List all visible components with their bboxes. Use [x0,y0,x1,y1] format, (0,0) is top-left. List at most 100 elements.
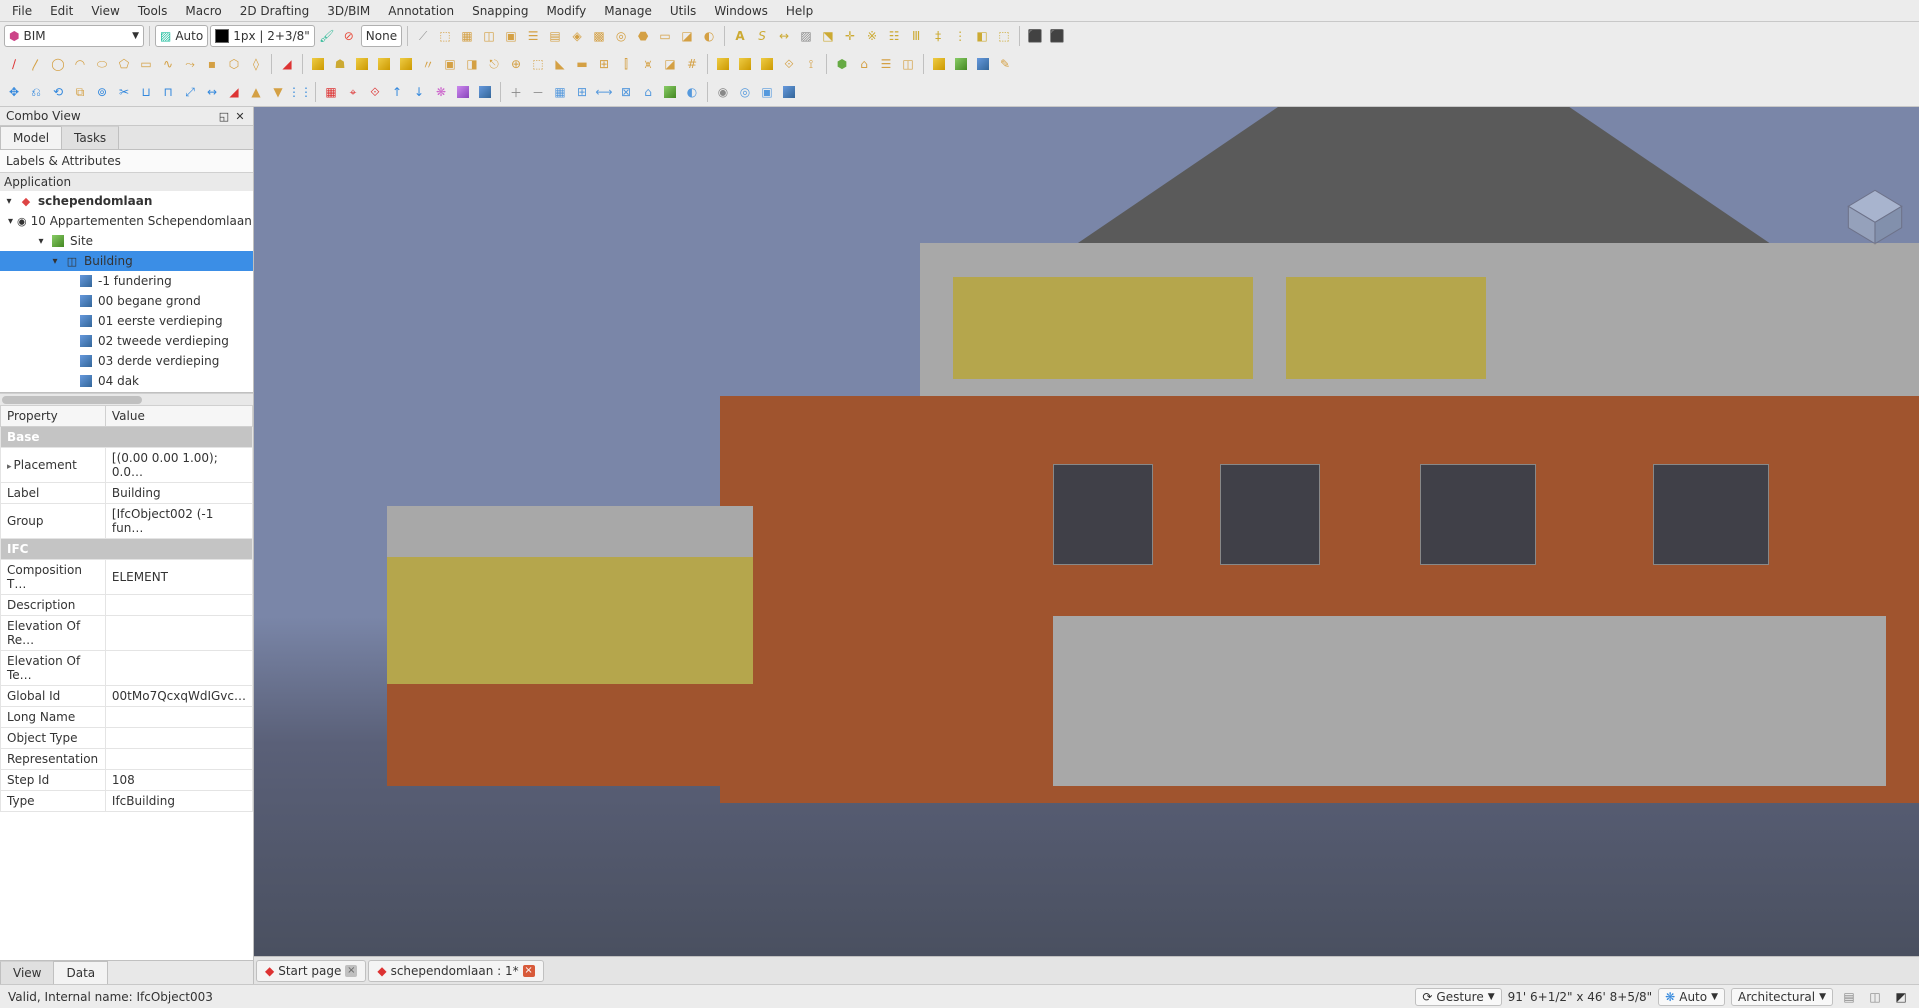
tree-building[interactable]: ▾◫ Building [0,251,253,271]
d1[interactable] [929,54,949,74]
plus-icon[interactable]: ＋ [506,82,526,102]
dim-tool-icon[interactable]: ↔ [774,26,794,46]
prop-repr[interactable]: Representation [1,749,253,770]
mgmt2-icon[interactable]: ◎ [735,82,755,102]
d3[interactable] [973,54,993,74]
menu-view[interactable]: View [83,2,127,20]
shape2d-icon[interactable]: ◊ [246,54,266,74]
nav-style[interactable]: ⟳ Gesture ▼ [1415,988,1501,1006]
text-a-icon[interactable]: A [730,26,750,46]
menu-tools[interactable]: Tools [130,2,176,20]
copy-icon[interactable]: ⎌ [26,82,46,102]
site-icon[interactable]: ⬢ [832,54,852,74]
sketch-icon[interactable]: ◢ [277,54,297,74]
dim-icon[interactable]: ⟷ [594,82,614,102]
tool-a13[interactable]: ◪ [677,26,697,46]
tab-data[interactable]: Data [53,961,108,984]
text-s-icon[interactable]: S [752,26,772,46]
snap1-icon[interactable]: ▦ [321,82,341,102]
snap8-icon[interactable] [475,82,495,102]
array-icon[interactable]: ⋮⋮ [290,82,310,102]
conn-icon[interactable]: ⊕ [506,54,526,74]
polygon-icon[interactable]: ⬠ [114,54,134,74]
building-icon[interactable]: ⌂ [854,54,874,74]
line-icon[interactable]: ∕ [4,54,24,74]
bim-tool2[interactable] [735,54,755,74]
level-icon[interactable]: ☰ [876,54,896,74]
wall-icon[interactable] [308,54,328,74]
cut-icon[interactable]: ⊠ [616,82,636,102]
menu-3d-bim[interactable]: 3D/BIM [319,2,378,20]
beam-icon[interactable] [374,54,394,74]
mgmt1-icon[interactable]: ◉ [713,82,733,102]
grid2-icon[interactable]: ⊞ [572,82,592,102]
bim-tool5[interactable]: ⟟ [801,54,821,74]
survey-icon[interactable]: ◐ [682,82,702,102]
ellipse-icon[interactable]: ⬭ [92,54,112,74]
equipment-icon[interactable]: ◪ [660,54,680,74]
mgmt4-icon[interactable] [779,82,799,102]
tool-a3[interactable]: ▦ [457,26,477,46]
tool-a10[interactable]: ◎ [611,26,631,46]
wire-icon[interactable]: 〳 [26,54,46,74]
prop-composition[interactable]: Composition T…ELEMENT [1,560,253,595]
tree-site[interactable]: ▾ Site [0,231,253,251]
prop-group[interactable]: Group[IfcObject002 (-1 fun… [1,504,253,539]
prop-type[interactable]: TypeIfcBuilding [1,791,253,812]
prop-longname[interactable]: Long Name [1,707,253,728]
frame-icon[interactable]: ⊞ [594,54,614,74]
sb-btn-1[interactable]: ▤ [1839,987,1859,1007]
axis-icon[interactable]: ✛ [840,26,860,46]
stairs-icon[interactable]: ⬚ [528,54,548,74]
tool-a7[interactable]: ▤ [545,26,565,46]
menu-manage[interactable]: Manage [596,2,660,20]
menu-file[interactable]: File [4,2,40,20]
menu-edit[interactable]: Edit [42,2,81,20]
tool-a14[interactable]: ◐ [699,26,719,46]
axis2-icon[interactable]: ※ [862,26,882,46]
tool-b1[interactable]: Ⅲ [906,26,926,46]
model-tree[interactable]: Application ▾◆ schependomlaan ▾◉ 10 Appa… [0,173,253,393]
snap6-icon[interactable]: ❋ [431,82,451,102]
disable-icon[interactable]: ⊘ [339,26,359,46]
auto-mode[interactable]: ❋ Auto ▼ [1658,988,1725,1006]
tool-a6[interactable]: ☰ [523,26,543,46]
tool-a4[interactable]: ◫ [479,26,499,46]
menu-utils[interactable]: Utils [662,2,704,20]
upgrade-icon[interactable]: ▲ [246,82,266,102]
tool-c2[interactable]: ⬛ [1047,26,1067,46]
split-icon[interactable]: ⊓ [158,82,178,102]
curtain-icon[interactable]: ☗ [330,54,350,74]
sb-btn-3[interactable]: ◩ [1891,987,1911,1007]
move-icon[interactable]: ✥ [4,82,24,102]
merge-icon[interactable]: ⌂ [638,82,658,102]
panel-icon[interactable]: ▬ [572,54,592,74]
prop-stepid[interactable]: Step Id108 [1,770,253,791]
tab-tasks[interactable]: Tasks [61,126,119,149]
panel-close-icon[interactable]: ✕ [233,109,247,123]
menu-snapping[interactable]: Snapping [464,2,536,20]
column-icon[interactable] [352,54,372,74]
scale-icon[interactable]: ⤢ [180,82,200,102]
workbench-selector[interactable]: ⬢ BIM ▼ [4,25,144,47]
menu-windows[interactable]: Windows [706,2,776,20]
bim-tool4[interactable]: ⟐ [779,54,799,74]
tool-b5[interactable]: ⬚ [994,26,1014,46]
sb-btn-2[interactable]: ◫ [1865,987,1885,1007]
label-icon[interactable]: ⬔ [818,26,838,46]
reinforcement-icon[interactable]: # [682,54,702,74]
trim-icon[interactable]: ✂ [114,82,134,102]
bim-tool3[interactable] [757,54,777,74]
join-icon[interactable]: ⊔ [136,82,156,102]
menu-modify[interactable]: Modify [538,2,594,20]
menu-annotation[interactable]: Annotation [380,2,462,20]
fence-icon[interactable]: ⫿ [616,54,636,74]
offset-icon[interactable]: ⊚ [92,82,112,102]
snap5-icon[interactable]: ↓ [409,82,429,102]
unit-mode[interactable]: Architectural ▼ [1731,988,1833,1006]
prop-globalid[interactable]: Global Id00tMo7QcxqWdIGvc… [1,686,253,707]
tool-b3[interactable]: ⋮ [950,26,970,46]
tree-scrollbar[interactable] [0,393,253,405]
tool-a11[interactable]: ⬣ [633,26,653,46]
panel-float-icon[interactable]: ◱ [217,109,231,123]
